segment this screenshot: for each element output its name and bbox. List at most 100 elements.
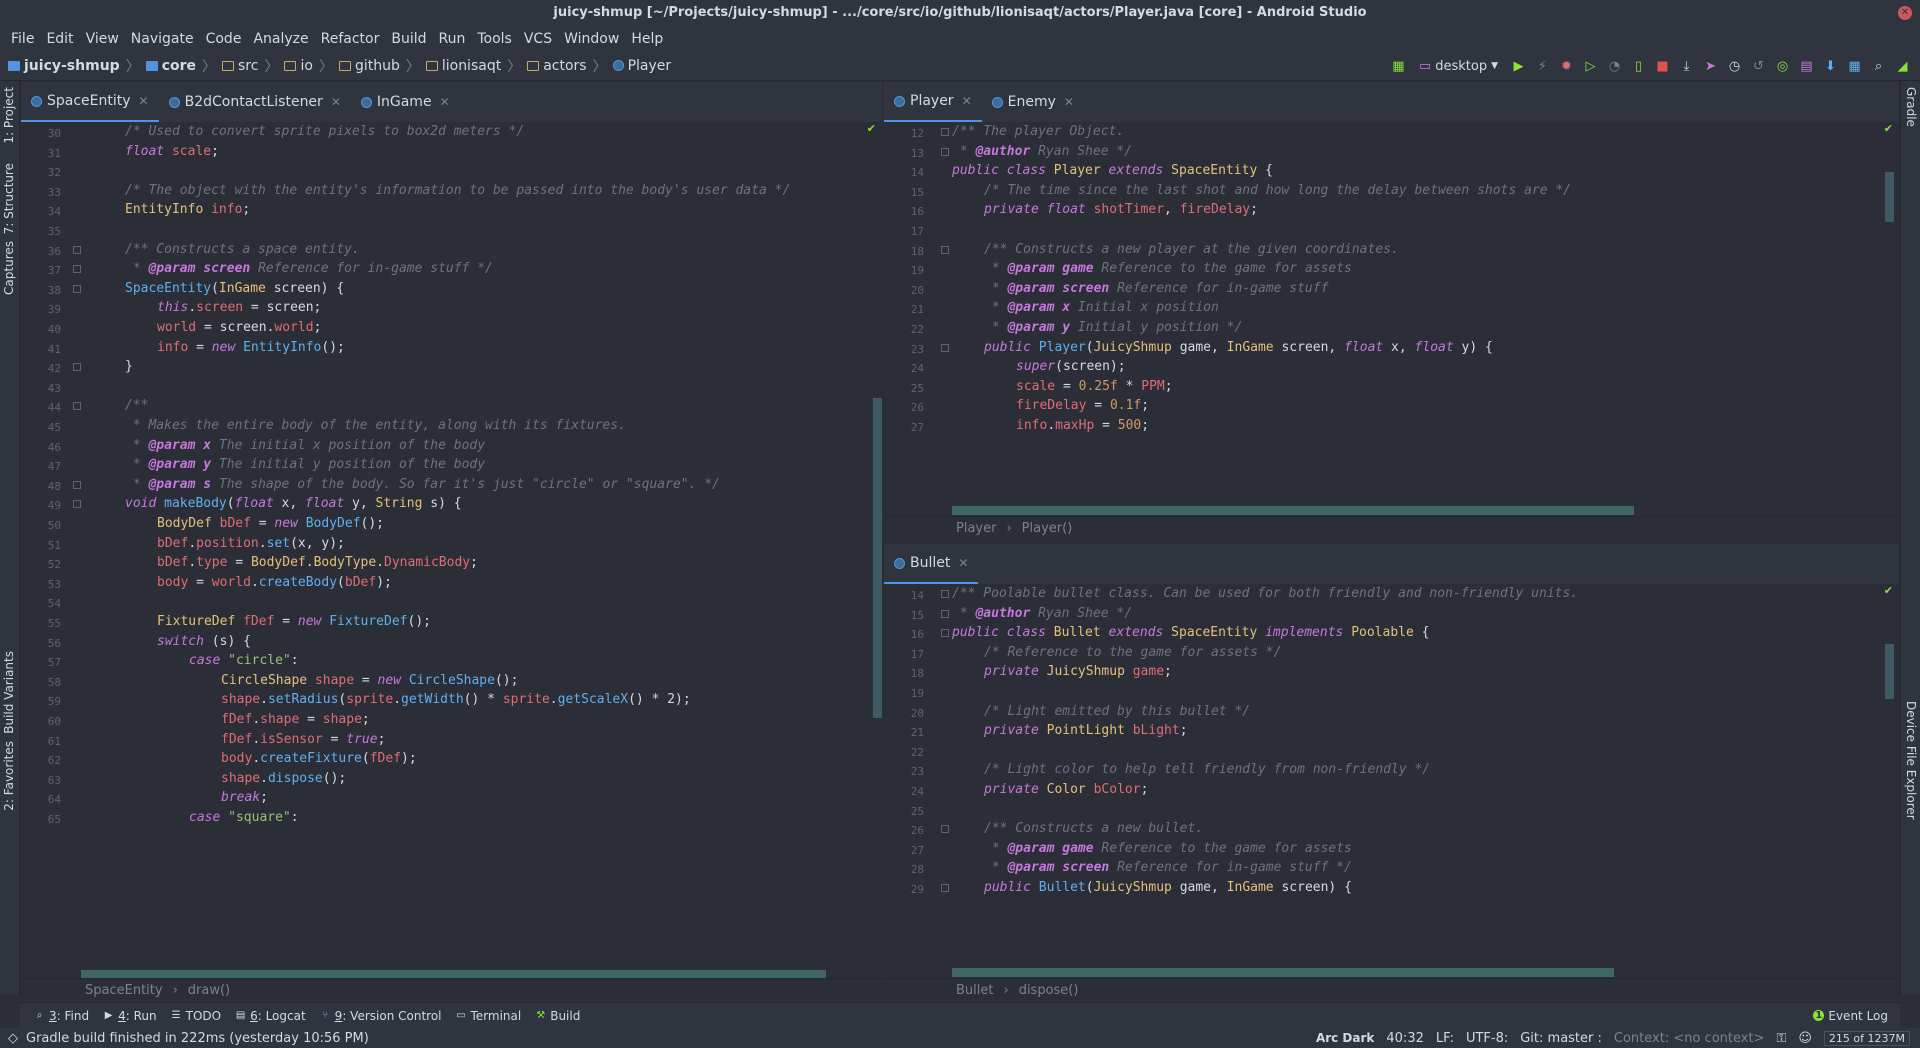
event-log-button[interactable]: 1 Event Log (1813, 1009, 1888, 1023)
context-indicator[interactable]: Context: <no context> (1614, 1031, 1765, 1046)
tool-stripe-1-project[interactable]: 1: Project (2, 87, 16, 144)
fold-marker-icon[interactable] (941, 884, 949, 892)
tab-ingame[interactable]: InGame ✕ (351, 82, 460, 122)
line-separator[interactable]: LF: (1436, 1031, 1454, 1046)
menu-window[interactable]: Window (558, 31, 625, 47)
editor-breadcrumb-item[interactable]: draw() (188, 983, 230, 998)
code-line[interactable]: } (125, 357, 133, 377)
code-line[interactable]: FixtureDef fDef = new FixtureDef(); (157, 612, 431, 632)
code-line[interactable]: fDef.shape = shape; (221, 710, 370, 730)
tool-stripe-device-file-explorer[interactable]: Device File Explorer (1904, 701, 1918, 820)
menu-file[interactable]: File (5, 31, 40, 47)
code-line[interactable]: * Makes the entire body of the entity, a… (125, 416, 626, 436)
fold-marker-icon[interactable] (73, 500, 81, 509)
code-line[interactable]: * @param screen Reference for in-game st… (984, 279, 1329, 299)
avd-manager-icon[interactable]: ▤ (1799, 59, 1814, 74)
code-line[interactable]: /* The time since the last shot and how … (984, 181, 1571, 201)
inspection-icon[interactable]: ☺ (1798, 1031, 1812, 1046)
editor-breadcrumb-item[interactable]: Bullet (956, 983, 993, 998)
menu-analyze[interactable]: Analyze (247, 31, 314, 47)
code-line[interactable]: * @param s The shape of the body. So far… (125, 475, 720, 495)
menu-navigate[interactable]: Navigate (125, 31, 200, 47)
code-line[interactable]: * @param game Reference to the game for … (984, 839, 1352, 859)
breadcrumb-item[interactable]: Player (612, 58, 671, 74)
attach-debugger-icon[interactable]: ▯ (1631, 59, 1646, 74)
breadcrumb-item[interactable]: core 〉 (145, 56, 216, 76)
menu-run[interactable]: Run (433, 31, 472, 47)
menu-refactor[interactable]: Refactor (315, 31, 386, 47)
code-line[interactable]: scale = 0.25f * PPM; (1016, 377, 1173, 397)
file-encoding[interactable]: UTF-8: (1466, 1031, 1508, 1046)
code-line[interactable]: case "circle": (189, 651, 299, 671)
code-line[interactable]: * @param x The initial x position of the… (125, 436, 485, 456)
tool-stripe-7-structure[interactable]: 7: Structure (2, 163, 16, 234)
editor-breadcrumb-item[interactable]: dispose() (1019, 983, 1079, 998)
fold-marker-icon[interactable] (941, 825, 949, 834)
run-icon[interactable]: ▶ (1511, 59, 1526, 74)
close-tab-icon[interactable]: ✕ (139, 94, 149, 108)
debug-icon[interactable]: ✹ (1559, 59, 1574, 74)
code-line[interactable]: /** (125, 396, 148, 416)
lock-icon[interactable]: ⚿ (1776, 1031, 1786, 1046)
android-studio-icon[interactable]: ◢ (1895, 59, 1910, 74)
left-editor-pane[interactable]: SpaceEntity ✕ B2dContactListener ✕ InGame ✕ 30… (21, 82, 882, 1002)
code-line[interactable]: /* Light emitted by this bullet */ (984, 702, 1250, 722)
code-line[interactable]: body = world.createBody(bDef); (157, 573, 392, 593)
editor-breadcrumb-item[interactable]: SpaceEntity (85, 983, 163, 998)
code-line[interactable]: * @param game Reference to the game for … (984, 259, 1352, 279)
code-line[interactable]: break; (221, 788, 268, 808)
code-line[interactable]: world = screen.world; (157, 318, 321, 338)
profile-icon[interactable]: ◔ (1607, 59, 1622, 74)
code-line[interactable]: public Bullet(JuicyShmup game, InGame sc… (984, 878, 1352, 898)
code-line[interactable]: CircleShape shape = new CircleShape(); (221, 671, 518, 691)
tool-window-find[interactable]: ⌕ 3: Find (34, 1009, 89, 1023)
revert-icon[interactable]: ↺ (1751, 59, 1766, 74)
close-tab-icon[interactable]: ✕ (331, 95, 341, 109)
git-branch[interactable]: Git: master : (1520, 1031, 1602, 1046)
close-tab-icon[interactable]: ✕ (1064, 95, 1074, 109)
code-line[interactable]: EntityInfo info; (125, 200, 250, 220)
menu-help[interactable]: Help (625, 31, 669, 47)
stop-icon[interactable]: ■ (1655, 59, 1670, 74)
code-line[interactable]: public Player(JuicyShmup game, InGame sc… (984, 338, 1493, 358)
commit-icon[interactable]: ➤ (1703, 59, 1718, 74)
code-line[interactable]: info.maxHp = 500; (1016, 416, 1149, 436)
tool-stripe-gradle[interactable]: Gradle (1904, 87, 1918, 127)
fold-marker-icon[interactable] (73, 363, 81, 372)
tool-window-terminal[interactable]: ▭ Terminal (456, 1009, 521, 1023)
code-line[interactable]: /* Reference to the game for assets */ (984, 643, 1281, 663)
code-line[interactable]: * @author Ryan Shee */ (952, 604, 1132, 624)
code-line[interactable]: public class Player extends SpaceEntity … (952, 161, 1273, 181)
code-line[interactable]: /* Used to convert sprite pixels to box2… (125, 122, 524, 142)
vertical-scrollbar[interactable] (1885, 644, 1894, 699)
breadcrumb-item[interactable]: io 〉 (284, 56, 333, 76)
fold-marker-icon[interactable] (941, 147, 949, 156)
code-line[interactable]: body.createFixture(fDef); (221, 749, 417, 769)
fold-marker-icon[interactable] (73, 265, 81, 274)
menu-edit[interactable]: Edit (40, 31, 79, 47)
code-line[interactable]: /** Constructs a new player at the given… (984, 240, 1399, 260)
tool-window-run[interactable]: ▶ 4: Run (103, 1009, 157, 1023)
status-toggle-icon[interactable]: ◇ (8, 1031, 18, 1046)
code-line[interactable]: info = new EntityInfo(); (157, 338, 345, 358)
fold-marker-icon[interactable] (73, 402, 81, 411)
tool-stripe-build-variants[interactable]: Build Variants (2, 651, 16, 734)
fold-marker-icon[interactable] (941, 245, 949, 254)
code-line[interactable]: /** Constructs a space entity. (125, 240, 360, 260)
code-area[interactable]: 14 /** Poolable bullet class. Can be used… (884, 584, 1899, 954)
run-coverage-icon[interactable]: ▷ (1583, 59, 1598, 74)
layout-icon[interactable]: ▦ (1847, 59, 1862, 74)
fold-marker-icon[interactable] (941, 629, 949, 638)
editor-breadcrumb-item[interactable]: Player (956, 521, 996, 536)
fold-marker-icon[interactable] (73, 284, 81, 293)
code-line[interactable]: shape.dispose(); (221, 769, 346, 789)
code-line[interactable]: bDef.type = BodyDef.BodyType.DynamicBody… (157, 553, 478, 573)
code-line[interactable]: * @param x Initial x position (984, 298, 1219, 318)
apply-changes-icon[interactable]: ⚡ (1535, 59, 1550, 74)
tab-bullet[interactable]: Bullet ✕ (884, 544, 979, 584)
code-line[interactable]: * @param screen Reference for in-game st… (984, 858, 1352, 878)
memory-indicator[interactable]: 215 of 1237M (1823, 1030, 1910, 1046)
sdk-manager-icon[interactable]: ⬇ (1823, 59, 1838, 74)
close-tab-icon[interactable]: ✕ (962, 94, 972, 108)
tool-stripe-captures[interactable]: Captures (2, 241, 16, 295)
